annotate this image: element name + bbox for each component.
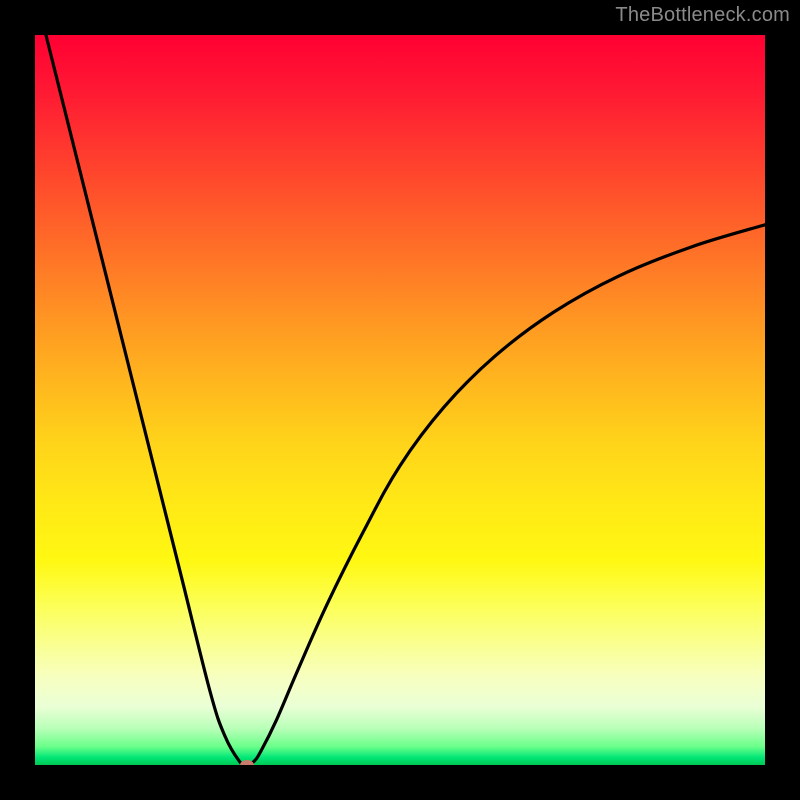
watermark-text: TheBottleneck.com [615, 4, 790, 27]
optimal-point-marker [240, 760, 254, 765]
bottleneck-curve [35, 35, 765, 765]
chart-frame: TheBottleneck.com [0, 0, 800, 800]
plot-area [35, 35, 765, 765]
